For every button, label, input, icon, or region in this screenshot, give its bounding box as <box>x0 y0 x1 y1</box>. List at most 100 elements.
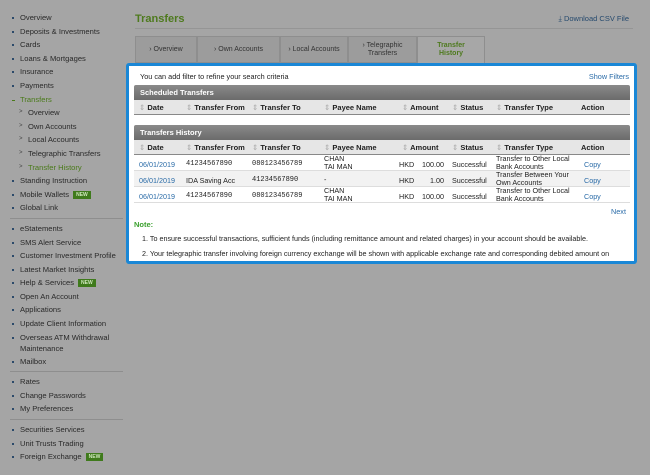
sidebar-item-unit-trusts-trading[interactable]: Unit Trusts Trading <box>8 437 123 451</box>
divider <box>135 28 633 29</box>
sidebar-item-securities-services[interactable]: Securities Services <box>8 423 123 437</box>
sidebar-item-transfer-history[interactable]: Transfer History <box>8 161 123 175</box>
filter-hint: You can add filter to refine your search… <box>140 72 289 81</box>
transfer-type: Transfer Between Your Own Accounts <box>496 170 569 187</box>
sidebar-item-label: Payments <box>20 80 54 90</box>
sidebar-item-label: eStatements <box>20 223 63 233</box>
sidebar-item-label: Telegraphic Transfers <box>28 148 101 158</box>
sidebar-item-label: Own Accounts <box>28 121 77 131</box>
sidebar-item-cards[interactable]: Cards <box>8 38 123 52</box>
sidebar-item-standing-instruction[interactable]: Standing Instruction <box>8 174 123 188</box>
column-header-transfer-to[interactable]: ⇕ Transfer To <box>252 143 301 152</box>
column-header-payee-name[interactable]: ⇕ Payee Name <box>324 103 377 112</box>
tab-local-accounts[interactable]: › Local Accounts <box>280 36 348 63</box>
sidebar-item-estatements[interactable]: eStatements <box>8 222 123 236</box>
sidebar-item-mailbox[interactable]: Mailbox <box>8 355 123 369</box>
sidebar-item-mobile-wallets[interactable]: Mobile Wallets NEW <box>8 188 123 202</box>
sidebar-item-overview[interactable]: Overview <box>8 106 123 120</box>
column-header-transfer-to[interactable]: ⇕ Transfer To <box>252 103 301 112</box>
sort-icon: ⇕ <box>496 103 503 112</box>
column-header-date[interactable]: ⇕ Date <box>139 143 164 152</box>
sidebar-item-transfers[interactable]: Transfers <box>8 93 123 107</box>
currency: HKD <box>399 192 415 201</box>
column-header-date[interactable]: ⇕ Date <box>139 103 164 112</box>
sidebar-item-open-an-account[interactable]: Open An Account <box>8 290 123 304</box>
sidebar-item-my-preferences[interactable]: My Preferences <box>8 402 123 416</box>
amount: 1.00 <box>430 176 444 185</box>
sidebar-item-rates[interactable]: Rates <box>8 375 123 389</box>
sidebar-item-latest-market-insights[interactable]: Latest Market Insights <box>8 263 123 277</box>
column-header-transfer-type[interactable]: ⇕ Transfer Type <box>496 103 553 112</box>
sidebar-item-label: Change Passwords <box>20 390 86 400</box>
sidebar-item-label: Customer Investment Profile <box>20 251 116 261</box>
column-header-status[interactable]: ⇕ Status <box>452 143 483 152</box>
copy-link[interactable]: Copy <box>584 160 601 169</box>
sidebar-nav: Overview Deposits & Investments Cards Loans… <box>8 11 123 464</box>
sort-icon: ⇕ <box>324 103 331 112</box>
sidebar-item-update-client-information[interactable]: Update Client Information <box>8 317 123 331</box>
sidebar-item-deposits-investments[interactable]: Deposits & Investments <box>8 25 123 39</box>
transfer-type: Transfer to Other Local Bank Accounts <box>496 186 570 203</box>
column-header-transfer-type[interactable]: ⇕ Transfer Type <box>496 143 553 152</box>
next-page-link[interactable]: Next <box>611 207 626 216</box>
download-csv-link[interactable]: ⤓ Download CSV File <box>559 14 629 24</box>
column-header-action[interactable]: Action <box>581 143 604 152</box>
sort-icon: ⇕ <box>252 143 259 152</box>
copy-link[interactable]: Copy <box>584 176 601 185</box>
date-link[interactable]: 06/01/2019 <box>139 176 175 185</box>
sidebar-item-telegraphic-transfers[interactable]: Telegraphic Transfers <box>8 147 123 161</box>
sidebar-item-foreign-exchange[interactable]: Foreign Exchange NEW <box>8 450 123 464</box>
status: Successful <box>452 160 487 169</box>
sort-icon: ⇕ <box>402 143 409 152</box>
sidebar-item-label: Help & Services <box>20 278 75 288</box>
sidebar-item-label: Open An Account <box>20 291 79 301</box>
transfer-from: IDA Saving Acc <box>186 176 236 185</box>
tab-telegraphic-transfers[interactable]: › Telegraphic Transfers <box>348 36 417 63</box>
sidebar-item-change-passwords[interactable]: Change Passwords <box>8 389 123 403</box>
column-header-payee-name[interactable]: ⇕ Payee Name <box>324 143 377 152</box>
tab-own-accounts[interactable]: › Own Accounts <box>197 36 280 63</box>
column-header-amount[interactable]: ⇕ Amount <box>402 143 438 152</box>
sidebar-item-loans-mortgages[interactable]: Loans & Mortgages <box>8 52 123 66</box>
sidebar-item-label: Update Client Information <box>20 319 107 329</box>
sidebar-item-overseas-atm-withdrawal-maintenance[interactable]: Overseas ATM Withdrawal Maintenance <box>8 331 123 355</box>
sidebar-item-label: Loans & Mortgages <box>20 53 86 63</box>
status: Successful <box>452 192 487 201</box>
column-header-action[interactable]: Action <box>581 103 604 112</box>
sidebar-item-sms-alert-service[interactable]: SMS Alert Service <box>8 236 123 250</box>
date-link[interactable]: 06/01/2019 <box>139 160 175 169</box>
column-header-amount[interactable]: ⇕ Amount <box>402 103 438 112</box>
sidebar-item-own-accounts[interactable]: Own Accounts <box>8 120 123 134</box>
sort-icon: ⇕ <box>496 143 503 152</box>
transfer-to: 080123456789 <box>252 160 303 168</box>
sidebar-item-label: Unit Trusts Trading <box>20 438 84 448</box>
sidebar-item-help-services[interactable]: Help & Services NEW <box>8 276 123 290</box>
sidebar-item-customer-investment-profile[interactable]: Customer Investment Profile <box>8 249 123 263</box>
payee-name: CHAN TAI MAN <box>324 154 353 171</box>
sidebar-item-local-accounts[interactable]: Local Accounts <box>8 133 123 147</box>
tab-overview[interactable]: › Overview <box>135 36 197 63</box>
date-link[interactable]: 06/01/2019 <box>139 192 175 201</box>
sidebar-item-label: My Preferences <box>20 404 74 414</box>
sort-icon: ⇕ <box>252 103 259 112</box>
sidebar-divider <box>10 217 123 219</box>
show-filters-link[interactable]: Show Filters <box>589 72 629 81</box>
sidebar-item-global-link[interactable]: Global Link <box>8 201 123 215</box>
sidebar-item-label: Foreign Exchange <box>20 452 82 462</box>
transfer-to: 41234567890 <box>252 176 299 184</box>
sidebar-item-payments[interactable]: Payments <box>8 79 123 93</box>
column-header-status[interactable]: ⇕ Status <box>452 103 483 112</box>
sidebar-item-insurance[interactable]: Insurance <box>8 65 123 79</box>
column-header-transfer-from[interactable]: ⇕ Transfer From <box>186 143 245 152</box>
download-icon: ⤓ <box>558 14 562 23</box>
sidebar-item-label: SMS Alert Service <box>20 237 82 247</box>
column-header-transfer-from[interactable]: ⇕ Transfer From <box>186 103 245 112</box>
payee-name: - <box>324 175 327 184</box>
sidebar-item-overview[interactable]: Overview <box>8 11 123 25</box>
sidebar-item-label: Applications <box>20 305 61 315</box>
history-table-header: ⇕ Date ⇕ Transfer From ⇕ Transfer To ⇕ Paye… <box>134 140 630 155</box>
copy-link[interactable]: Copy <box>584 192 601 201</box>
tab-transfer-history[interactable]: Transfer History <box>417 36 485 63</box>
sidebar-item-applications[interactable]: Applications <box>8 303 123 317</box>
sort-icon: ⇕ <box>324 143 331 152</box>
